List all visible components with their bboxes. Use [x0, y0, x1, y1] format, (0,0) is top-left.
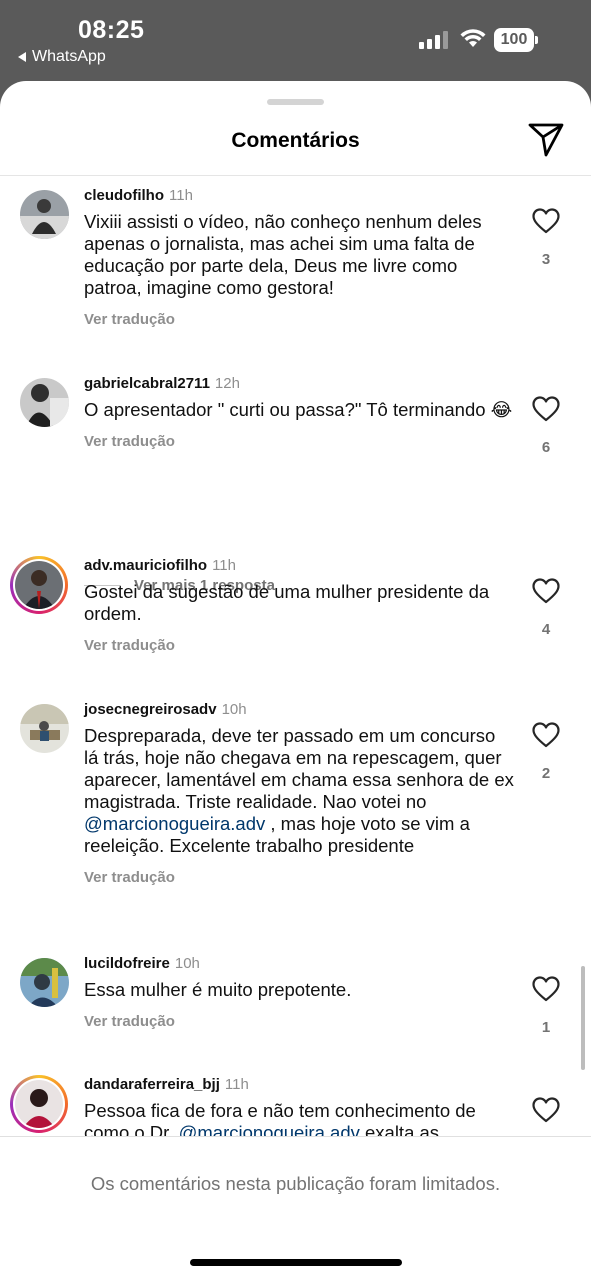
battery-level: 100	[494, 28, 534, 52]
comment-username[interactable]: lucildofreire	[84, 955, 170, 972]
like-count: 2	[541, 765, 551, 782]
comment-text: O apresentador " curti ou passa?" Tô ter…	[84, 399, 513, 420]
home-indicator[interactable]	[190, 1259, 402, 1266]
comment-text: Essa mulher é muito prepotente.	[84, 979, 352, 1000]
scrollbar[interactable]	[581, 966, 585, 1070]
back-app-label: WhatsApp	[32, 48, 106, 65]
back-triangle-icon	[18, 52, 26, 62]
avatar[interactable]	[20, 190, 69, 239]
comment-time: 11h	[224, 1076, 249, 1093]
avatar-with-story-ring[interactable]	[10, 1075, 68, 1133]
avatar[interactable]	[20, 704, 69, 753]
comment-username[interactable]: cleudofilho	[84, 187, 164, 204]
comment-time: 10h	[221, 701, 247, 718]
see-translation-link[interactable]: Ver tradução	[84, 1013, 514, 1030]
share-send-icon[interactable]	[528, 123, 564, 162]
heart-icon[interactable]	[532, 396, 560, 427]
see-translation-link[interactable]: Ver tradução	[84, 869, 514, 886]
comment-text: Pessoa fica de fora e não tem conhecimen…	[84, 1100, 514, 1136]
see-translation-link[interactable]: Ver tradução	[84, 637, 514, 654]
comment-text: Gostei da sugestão de uma mulher preside…	[84, 581, 490, 624]
comment-time: 12h	[214, 375, 240, 392]
cellular-signal-icon	[419, 31, 448, 49]
mention-link[interactable]: @marcionogueira.adv	[84, 813, 265, 834]
see-translation-link[interactable]: Ver tradução	[84, 311, 514, 328]
comment-text: Vixiii assisti o vídeo, não conheço nenh…	[84, 211, 482, 298]
heart-icon[interactable]	[532, 722, 560, 753]
comment-username[interactable]: josecnegreirosadv	[84, 701, 217, 718]
wifi-icon	[460, 28, 486, 53]
sheet-grabber[interactable]	[267, 99, 324, 105]
heart-icon[interactable]	[532, 208, 560, 239]
comments-sheet: Comentários cleudofilho 11h Vixiii assist…	[0, 81, 591, 1280]
see-translation-link[interactable]: Ver tradução	[84, 433, 514, 450]
like-count: 3	[541, 251, 551, 268]
comment-time: 10h	[174, 955, 200, 972]
sheet-title: Comentários	[231, 129, 360, 152]
like-count: 4	[541, 621, 551, 638]
back-to-whatsapp[interactable]: WhatsApp	[18, 48, 106, 66]
comment-time: 11h	[169, 187, 193, 204]
comment-username[interactable]: gabrielcabral2711	[84, 375, 210, 392]
status-time: 08:25	[78, 16, 145, 44]
like-count: 6	[541, 439, 551, 456]
mention-link[interactable]: @marcionogueira.adv	[179, 1122, 360, 1136]
comment-text: Despreparada, deve ter passado em um con…	[84, 725, 514, 856]
comments-list[interactable]: cleudofilho 11h Vixiii assisti o vídeo, n…	[0, 176, 591, 1136]
status-bar: 08:25 WhatsApp 100	[0, 0, 591, 82]
comments-limited-notice: Os comentários nesta publicação foram li…	[90, 1173, 501, 1194]
avatar-with-story-ring[interactable]	[10, 556, 68, 614]
comment-username[interactable]: dandaraferreira_bjj	[84, 1076, 220, 1093]
battery-icon: 100	[494, 28, 538, 52]
heart-icon[interactable]	[532, 578, 560, 609]
heart-icon[interactable]	[532, 1097, 560, 1128]
like-count: 1	[541, 1019, 551, 1036]
avatar[interactable]	[20, 378, 69, 427]
footer-divider	[0, 1136, 591, 1137]
heart-icon[interactable]	[532, 976, 560, 1007]
comment-time: 11h	[212, 557, 236, 574]
avatar[interactable]	[20, 958, 69, 1007]
comment-username[interactable]: adv.mauriciofilho	[84, 557, 207, 574]
